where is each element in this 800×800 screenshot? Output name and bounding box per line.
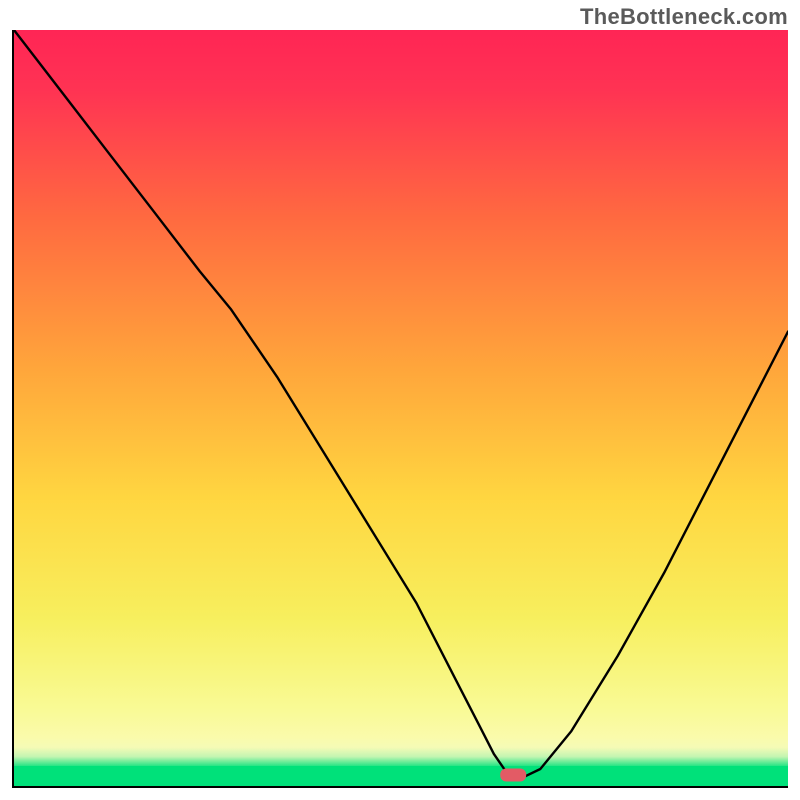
optimum-marker bbox=[500, 768, 526, 781]
chart-canvas: TheBottleneck.com bbox=[0, 0, 800, 800]
watermark-text: TheBottleneck.com bbox=[580, 4, 788, 30]
curve-line bbox=[14, 30, 788, 776]
chart-line-layer bbox=[14, 30, 788, 784]
plot-area bbox=[12, 30, 788, 788]
